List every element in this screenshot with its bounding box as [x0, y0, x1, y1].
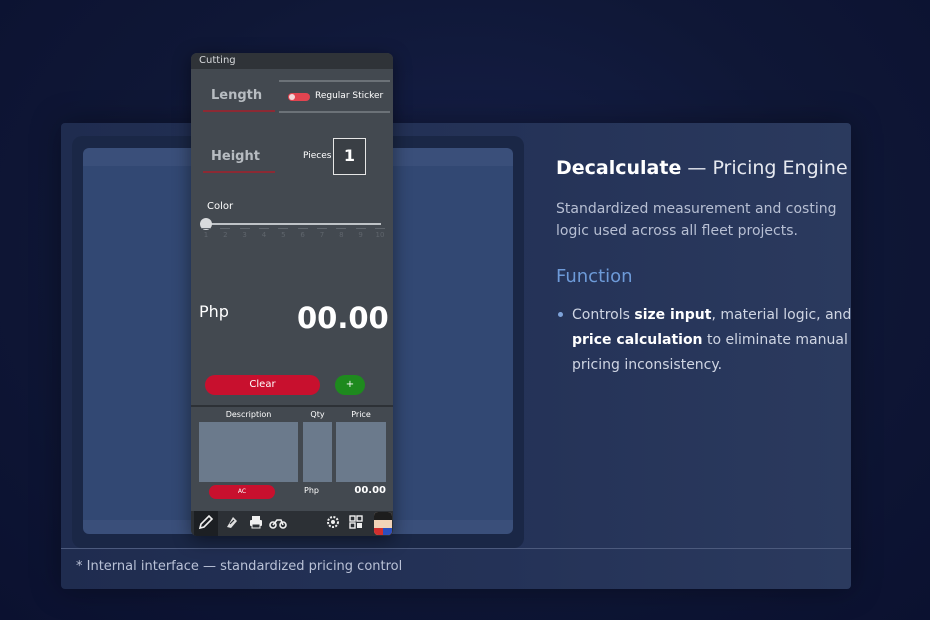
card-heading: Decalculate — Pricing Engine	[556, 157, 848, 179]
function-bullet: Controls size input, material logic, and…	[572, 303, 852, 378]
card-divider	[61, 548, 851, 549]
heading-subtitle: — Pricing Engine	[681, 157, 848, 179]
sticker-roll-icon[interactable]	[222, 514, 242, 536]
column-header-qty: Qty	[310, 410, 325, 419]
slider-tick: 10	[374, 228, 385, 242]
regular-sticker-toggle-box[interactable]: Regular Sticker	[279, 80, 390, 113]
subtotal-value: 00.00	[354, 485, 386, 496]
column-header-description: Description	[225, 410, 272, 419]
slider-tick: 5	[278, 228, 289, 242]
slider-tick: 1	[201, 228, 211, 242]
printer-icon[interactable]	[246, 514, 266, 536]
sticker-toggle-label: Regular Sticker	[315, 91, 384, 101]
description-column	[199, 422, 298, 482]
heading-product-name: Decalculate	[556, 157, 682, 179]
column-header-price: Price	[351, 410, 371, 419]
gear-icon[interactable]	[323, 514, 343, 536]
pencil-icon[interactable]	[196, 514, 216, 536]
pieces-label: Pieces	[303, 151, 332, 161]
slider-tick: 2	[220, 228, 231, 242]
bullet-bold-price-calculation: price calculation	[572, 332, 703, 348]
bullet-text-part: , material logic, and	[711, 307, 852, 323]
slider-tick: 4	[258, 228, 269, 242]
toggle-knob	[289, 94, 295, 100]
motorcycle-icon[interactable]	[268, 514, 288, 536]
bullet-text-part: Controls	[572, 307, 635, 323]
avatar-shirt-accent	[383, 528, 392, 535]
color-slider-track[interactable]	[204, 223, 381, 225]
clear-button[interactable]: Clear	[205, 375, 320, 395]
window-title: Cutting	[191, 53, 393, 69]
add-button[interactable]: +	[335, 375, 365, 395]
tab-height[interactable]: Height	[203, 149, 275, 173]
qty-column	[303, 422, 332, 482]
pieces-input[interactable]: 1	[333, 138, 366, 175]
taskbar	[191, 511, 393, 536]
bullet-dot	[558, 312, 563, 317]
slider-tick: 6	[297, 228, 308, 242]
table-divider	[191, 405, 393, 407]
price-currency: Php	[199, 302, 229, 321]
ac-button[interactable]: AC	[209, 485, 275, 499]
bullet-bold-size-input: size input	[634, 307, 712, 323]
price-column	[336, 422, 386, 482]
subtotal-currency: Php	[304, 486, 319, 495]
grid-icon[interactable]	[346, 514, 366, 536]
slider-tick: 3	[239, 228, 250, 242]
avatar-hair	[374, 512, 392, 520]
sticker-toggle[interactable]	[288, 93, 310, 101]
footnote: * Internal interface — standardized pric…	[76, 559, 403, 574]
function-title: Function	[556, 266, 633, 287]
color-slider-ticks: 1 2 3 4 5 6 7 8 9 10	[201, 228, 385, 242]
color-label: Color	[207, 201, 234, 212]
slider-tick: 9	[355, 228, 366, 242]
card-description: Standardized measurement and costing log…	[556, 201, 837, 239]
price-total: 00.00	[297, 301, 389, 335]
avatar[interactable]	[374, 512, 392, 535]
cutting-app-window: Cutting Length Regular Sticker Height Pi…	[191, 53, 393, 536]
tab-length[interactable]: Length	[203, 88, 275, 112]
slider-tick: 7	[316, 228, 327, 242]
slider-tick: 8	[336, 228, 347, 242]
